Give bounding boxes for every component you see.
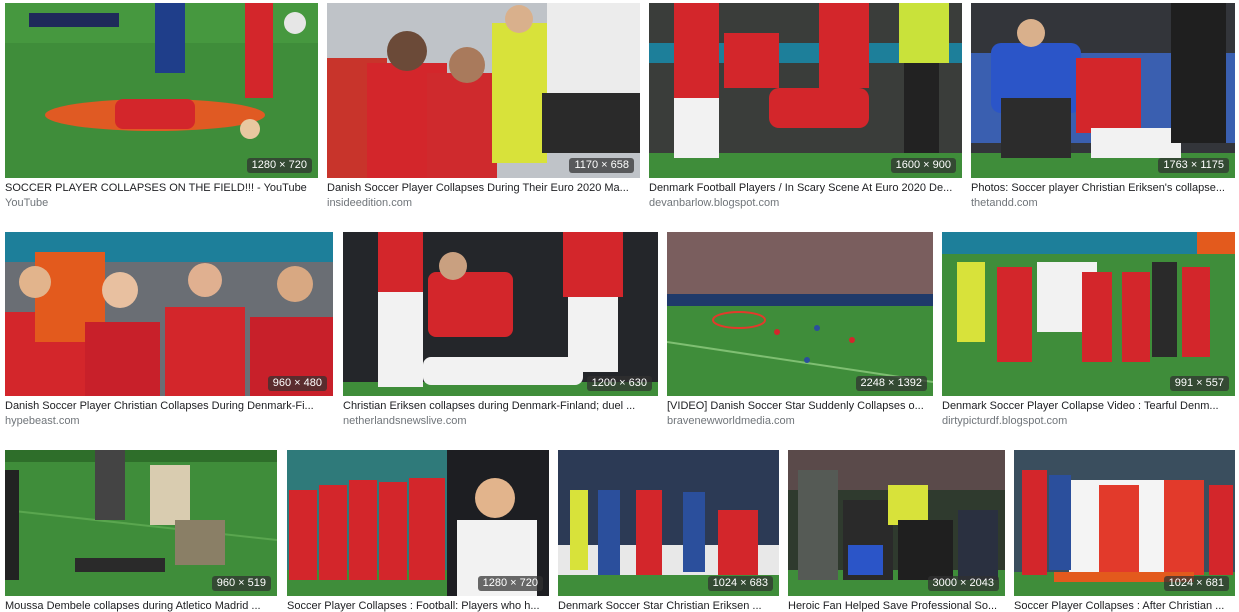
result-title[interactable]: Soccer Player Collapses : Football: Play… xyxy=(287,599,549,612)
result-thumbnail[interactable]: 1600 × 900 xyxy=(649,3,962,178)
result-card-9[interactable]: 960 × 519 Moussa Dembele collapses durin… xyxy=(5,450,277,612)
image-dimensions: 960 × 480 xyxy=(267,376,327,391)
result-title[interactable]: Denmark Soccer Player Collapse Video : T… xyxy=(942,399,1235,413)
result-title[interactable]: Danish Soccer Player Christian Collapses… xyxy=(5,399,333,413)
result-title[interactable]: Soccer Player Collapses : After Christia… xyxy=(1014,599,1235,612)
result-card-6[interactable]: 1200 × 630 Christian Eriksen collapses d… xyxy=(343,232,658,430)
result-title[interactable]: [VIDEO] Danish Soccer Star Suddenly Coll… xyxy=(667,399,933,413)
result-source[interactable]: hypebeast.com xyxy=(5,414,333,428)
players-and-medic-icon xyxy=(327,3,640,178)
result-title[interactable]: SOCCER PLAYER COLLAPSES ON THE FIELD!!! … xyxy=(5,181,318,195)
result-card-12[interactable]: 3000 × 2043 Heroic Fan Helped Save Profe… xyxy=(788,450,1005,612)
result-thumbnail[interactable]: 960 × 519 xyxy=(5,450,277,596)
result-card-7[interactable]: 2248 × 1392 [VIDEO] Danish Soccer Star S… xyxy=(667,232,933,430)
image-dimensions: 960 × 519 xyxy=(211,576,271,591)
result-source[interactable]: netherlandsnewslive.com xyxy=(343,414,658,428)
result-thumbnail[interactable]: 991 × 557 xyxy=(942,232,1235,396)
image-dimensions: 1200 × 630 xyxy=(586,376,652,391)
result-title[interactable]: Danish Soccer Player Collapses During Th… xyxy=(327,181,640,195)
result-title[interactable]: Denmark Football Players / In Scary Scen… xyxy=(649,181,962,195)
image-dimensions: 1170 × 658 xyxy=(569,158,634,173)
result-thumbnail[interactable]: 3000 × 2043 xyxy=(788,450,1005,596)
result-thumbnail[interactable]: 1763 × 1175 xyxy=(971,3,1235,178)
result-title[interactable]: Christian Eriksen collapses during Denma… xyxy=(343,399,658,413)
result-thumbnail[interactable]: 1024 × 683 xyxy=(558,450,779,596)
result-card-11[interactable]: 1024 × 683 Denmark Soccer Star Christian… xyxy=(558,450,779,612)
player-on-grass-icon xyxy=(5,450,277,596)
image-dimensions: 1763 × 1175 xyxy=(1158,158,1229,173)
result-card-13[interactable]: 1024 × 681 Soccer Player Collapses : Aft… xyxy=(1014,450,1235,612)
result-source[interactable]: bravenewworldmedia.com xyxy=(667,414,933,428)
result-card-8[interactable]: 991 × 557 Denmark Soccer Player Collapse… xyxy=(942,232,1235,430)
team-and-portrait-icon xyxy=(287,450,549,596)
players-huddle-icon xyxy=(649,3,962,178)
result-thumbnail[interactable]: 1200 × 630 xyxy=(343,232,658,396)
result-card-2[interactable]: 1170 × 658 Danish Soccer Player Collapse… xyxy=(327,3,640,211)
result-card-1[interactable]: 1280 × 720 SOCCER PLAYER COLLAPSES ON TH… xyxy=(5,3,318,211)
result-thumbnail[interactable]: 1024 × 681 xyxy=(1014,450,1235,596)
result-thumbnail[interactable]: 1280 × 720 xyxy=(287,450,549,596)
player-lying-on-pitch-icon xyxy=(5,3,318,178)
result-card-10[interactable]: 1280 × 720 Soccer Player Collapses : Foo… xyxy=(287,450,549,612)
image-results-grid: 1280 × 720 SOCCER PLAYER COLLAPSES ON TH… xyxy=(0,0,1239,612)
result-thumbnail[interactable]: 960 × 480 xyxy=(5,232,333,396)
result-title[interactable]: Denmark Soccer Star Christian Eriksen ..… xyxy=(558,599,779,612)
result-title[interactable]: Moussa Dembele collapses during Atletico… xyxy=(5,599,277,612)
image-dimensions: 1024 × 681 xyxy=(1163,576,1229,591)
image-dimensions: 1280 × 720 xyxy=(477,576,543,591)
result-thumbnail[interactable]: 2248 × 1392 xyxy=(667,232,933,396)
player-down-icon xyxy=(343,232,658,396)
result-thumbnail[interactable]: 1280 × 720 xyxy=(5,3,318,178)
players-on-pitch-icon xyxy=(558,450,779,596)
crowd-and-medics-icon xyxy=(788,450,1005,596)
result-card-4[interactable]: 1763 × 1175 Photos: Soccer player Christ… xyxy=(971,3,1235,211)
image-dimensions: 1280 × 720 xyxy=(246,158,312,173)
stadium-wide-view-icon xyxy=(667,232,933,396)
result-title[interactable]: Photos: Soccer player Christian Eriksen'… xyxy=(971,181,1235,195)
medics-with-sheet-icon xyxy=(1014,450,1235,596)
team-standing-icon xyxy=(942,232,1235,396)
result-title[interactable]: Heroic Fan Helped Save Professional So..… xyxy=(788,599,1005,612)
result-card-5[interactable]: 960 × 480 Danish Soccer Player Christian… xyxy=(5,232,333,430)
image-dimensions: 991 × 557 xyxy=(1169,376,1229,391)
result-source[interactable]: dirtypicturdf.blogspot.com xyxy=(942,414,1235,428)
medics-kneeling-icon xyxy=(971,3,1235,178)
result-source[interactable]: insideedition.com xyxy=(327,196,640,210)
result-source[interactable]: thetandd.com xyxy=(971,196,1235,210)
image-dimensions: 2248 × 1392 xyxy=(855,376,927,391)
result-card-3[interactable]: 1600 × 900 Denmark Football Players / In… xyxy=(649,3,962,211)
image-dimensions: 1600 × 900 xyxy=(890,158,956,173)
image-dimensions: 3000 × 2043 xyxy=(927,576,999,591)
image-dimensions: 1024 × 683 xyxy=(707,576,773,591)
result-source[interactable]: YouTube xyxy=(5,196,318,210)
result-thumbnail[interactable]: 1170 × 658 xyxy=(327,3,640,178)
result-source[interactable]: devanbarlow.blogspot.com xyxy=(649,196,962,210)
players-covering-faces-icon xyxy=(5,232,333,396)
